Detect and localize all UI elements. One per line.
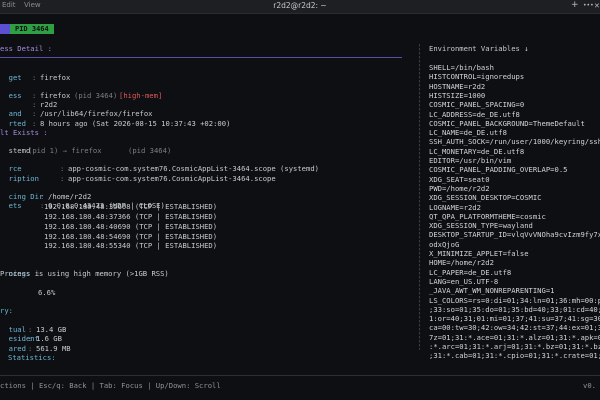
env-var-line: XDG_SESSION_TYPE=wayland [429, 221, 533, 231]
pid-label: PID 3464 [10, 24, 54, 34]
socket: 192.168.180.48:55340 (TCP | ESTABLISHED) [44, 241, 218, 250]
label: ets [8, 201, 22, 210]
env-var-line: EDITOR=/usr/bin/vim [429, 156, 512, 165]
env-var-line: SSH_AUTH_SOCK=/run/user/1000/keyring/ssh [429, 137, 600, 147]
warning-text: Process is using high memory (>1GB RSS) [0, 269, 169, 278]
env-var-line: COSMIC_PANEL_PADDING_OVERLAP=0.5 [429, 165, 568, 175]
value: /usr/lib64/firefox/firefox [40, 109, 153, 118]
env-var-line: :*.arc=01;31:*.arj=01;31:*.bz=01;31:*.bz… [429, 342, 600, 351]
divider [0, 57, 402, 58]
env-var-line: HOSTNAME=r2d2 [429, 81, 486, 91]
title-bar: Edit View r2d2@r2d2: ~ + ••• ✕ [0, 0, 600, 14]
label: ription [8, 174, 39, 183]
env-var-line: XDG_SEAT=seat0 [429, 174, 490, 184]
env-var-line: SHELL=/bin/bash [429, 63, 494, 72]
env-var-line: COSMIC_PANEL_BACKGROUND=ThemeDefault [429, 118, 585, 128]
value: app-cosmic-com.system76.CosmicAppList-34… [68, 174, 276, 183]
env-var-line: LANG=en_US.UTF-8 [429, 276, 499, 286]
env-var-line: DESKTOP_STARTUP_ID=vlqVvVNOha9cvIzm9fy7x… [429, 230, 600, 240]
version-label: v0. [583, 381, 596, 390]
sep: : [32, 109, 37, 118]
value: 561.9 MB [36, 344, 71, 353]
statistics-label: Statistics: [8, 353, 56, 362]
detail-row-started: rted:8 hours ago (Sat 2026-08-15 10:37:4… [0, 110, 231, 128]
env-var-line: ca=00:tw=30;42:ow=34;42:st=37;44:ex=01;3… [429, 323, 600, 333]
sockets-row: ets:0.0.0.0:43473 (UDP | CLOSE) [8, 201, 165, 210]
label: rted [8, 119, 26, 128]
chain-arrow: (pid 1) → firefox [28, 146, 102, 155]
env-var-line: LC_NAME=de_DE.utf8 [429, 128, 507, 138]
process-detail-title: ess Detail : [0, 44, 52, 53]
value: r2d2 [40, 100, 58, 109]
why-exists-header: lt Exists : [0, 128, 48, 137]
socket: 192.168.180.48:40690 (TCP | ESTABLISHED) [44, 222, 218, 231]
high-mem-flag: [high-mem] [119, 91, 163, 100]
memory-label: ry: [0, 306, 13, 315]
env-var-line: ;31:*.cab=01;31:*.cpio=01;31:*.crate=01;… [429, 351, 600, 361]
env-var-line: _JAVA_AWT_WM_NONREPARENTING=1 [429, 286, 555, 296]
close-icon[interactable]: ✕ [594, 2, 600, 10]
label: ess [8, 91, 22, 100]
env-var-line: LC_MONETARY=de_DE.utf8 [429, 146, 525, 156]
chain-pid: (pid 3464) [128, 146, 172, 155]
socket: 192.168.180.48:35608 (TCP | ESTABLISHED) [44, 202, 218, 211]
more-icon[interactable]: ••• [583, 2, 594, 9]
env-var-line: PWD=/home/r2d2 [429, 183, 490, 193]
env-var-line: HISTCONTROL=ignoredups [429, 72, 525, 82]
pid-extra: (pid 3464) [74, 91, 118, 100]
env-var-line: odxQjoG [429, 239, 460, 249]
env-var-line: HISTSIZE=1000 [429, 90, 486, 100]
value: app-cosmic-com.system76.CosmicAppList-34… [68, 164, 319, 173]
label: ared [8, 344, 26, 353]
sep: : [32, 91, 37, 100]
keybind-hints: ctions | Esc/q: Back | Tab: Focus | Up/D… [0, 381, 221, 390]
window-title: r2d2@r2d2: ~ [273, 1, 327, 10]
detail-row-target: get: firefox [0, 64, 71, 82]
env-var-line: LC_ADDRESS=de_DE.utf8 [429, 109, 520, 119]
value: 8 hours ago (Sat 2026-08-15 10:37:43 +02… [40, 119, 231, 128]
env-var-line: LC_PAPER=de_DE.utf8 [429, 267, 512, 277]
env-vars-title: Environment Variables ↓ [429, 44, 529, 53]
value: /home/r2d2 [48, 192, 92, 201]
cpu-value: 6.6% [38, 288, 56, 297]
env-var-line: LS_COLORS=rs=0:di=01;34:ln=01;36:mh=00:p… [429, 295, 600, 305]
env-var-line: ;33:so=01;35:do=01;35:bd=40;33;01:cd=40;… [429, 304, 600, 314]
env-var-line: 1:or=40;31;01:mi=01;37;41:su=37;41:sg=30… [429, 314, 600, 324]
env-var-line: 7z=01;31:*.ace=01;31:*.alz=01;31:*.apk=0… [429, 332, 600, 342]
value: firefox [40, 91, 71, 100]
badge-accent [0, 24, 10, 34]
footer-divider [0, 375, 600, 376]
env-var-line: X_MINIMIZE_APPLET=false [429, 249, 529, 258]
description-row: ription: app-cosmic-com.system76.CosmicAp… [8, 174, 276, 183]
value: firefox [40, 73, 71, 82]
sep: : [32, 100, 37, 109]
panel-divider [419, 44, 420, 350]
sep: : [32, 73, 37, 82]
env-var-line: COSMIC_PANEL_SPACING=0 [429, 100, 525, 110]
value: 1.6 GB [36, 334, 62, 343]
mem-shared: ared:561.9 MB [8, 344, 71, 353]
process-chain: stemd (pid 1) → firefox (pid 3464) [0, 137, 172, 155]
sep: : [32, 119, 37, 128]
env-var-line: XDG_SESSION_DESKTOP=COSMIC [429, 193, 542, 203]
env-var-line: QT_QPA_PLATFORMTHEME=cosmic [429, 211, 546, 221]
env-var-line: HOME=/home/r2d2 [429, 258, 494, 268]
add-tab-icon[interactable]: + [571, 0, 579, 10]
socket: 192.168.180.48:37366 (TCP | ESTABLISHED) [44, 212, 218, 221]
pid-badge: PID 3464 [0, 24, 54, 34]
socket: 192.168.180.48:54690 (TCP | ESTABLISHED) [44, 232, 218, 241]
value: 13.4 GB [36, 325, 67, 334]
env-var-line: LOGNAME=r2d2 [429, 202, 481, 212]
label: get [8, 73, 22, 82]
